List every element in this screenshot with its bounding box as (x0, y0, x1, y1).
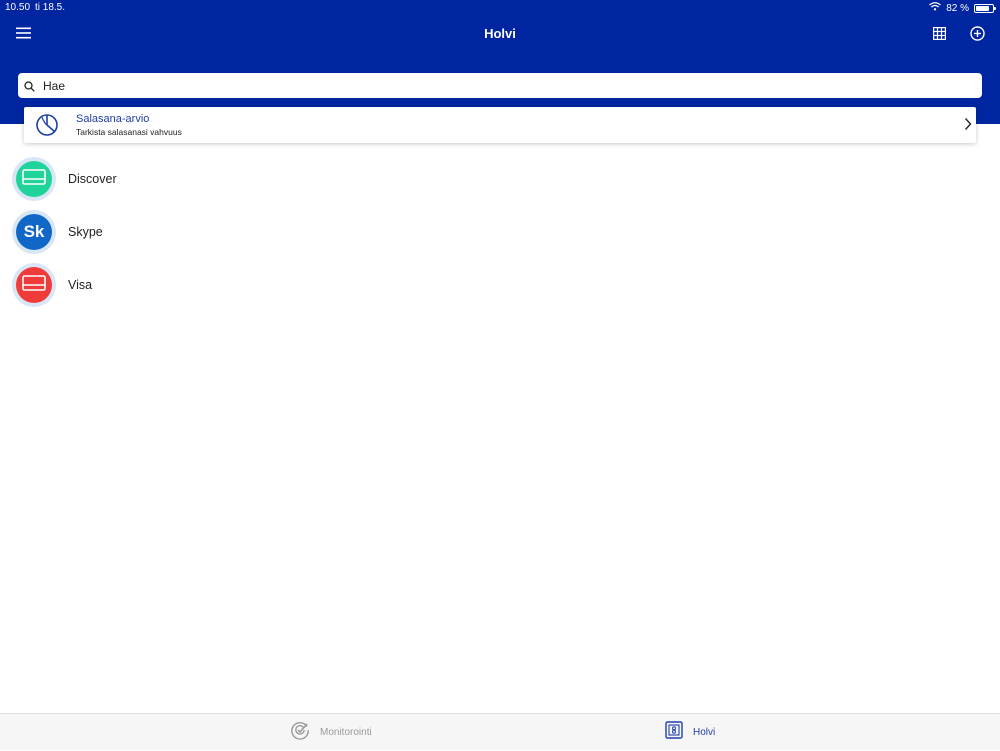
card-icon (22, 274, 46, 296)
status-time: 10.50 (5, 2, 31, 13)
discover-avatar (16, 161, 52, 197)
grid-icon[interactable] (928, 23, 950, 43)
password-check-card[interactable]: Salasana-arvio Tarkista salasanasi vahvu… (24, 107, 976, 143)
avatar-ring (12, 263, 56, 307)
page-title: Holvi (484, 26, 516, 41)
tab-label: Holvi (693, 727, 716, 738)
battery-icon (974, 3, 996, 13)
list-item-skype[interactable]: Sk Skype (0, 207, 1000, 257)
tab-label: Monitorointi (320, 727, 372, 738)
item-label: Visa (68, 278, 93, 292)
item-label: Discover (68, 172, 117, 186)
search-icon (24, 79, 35, 97)
radar-check-icon (290, 720, 310, 745)
add-circle-icon[interactable] (966, 23, 988, 43)
card-icon (22, 168, 46, 190)
avatar-ring (12, 157, 56, 201)
skype-avatar: Sk (16, 214, 52, 250)
vault-icon (665, 721, 683, 744)
item-label: Skype (68, 225, 103, 239)
nav-bar: Holvi (0, 16, 1000, 50)
status-right: 82 % (929, 2, 996, 14)
search-box (18, 73, 982, 98)
wifi-icon (929, 2, 942, 14)
tab-monitorointi[interactable]: Monitorointi (290, 714, 372, 751)
avatar-initials: Sk (23, 222, 45, 241)
visa-avatar (16, 267, 52, 303)
password-check-subtitle: Tarkista salasanasi vahvuus (76, 127, 182, 137)
tab-bar: Monitorointi Holvi (0, 713, 1000, 750)
tab-holvi[interactable]: Holvi (665, 714, 715, 751)
list-item-visa[interactable]: Visa (0, 260, 1000, 310)
battery-percentage: 82 % (946, 2, 969, 14)
status-bar: 10.50 ti 18.5. 82 % (0, 0, 1000, 16)
gauge-icon (35, 113, 59, 142)
avatar-ring: Sk (12, 210, 56, 254)
chevron-right-icon (964, 117, 972, 136)
status-date: ti 18.5. (35, 2, 66, 13)
list-item-discover[interactable]: Discover (0, 154, 1000, 204)
password-check-title: Salasana-arvio (76, 113, 150, 125)
search-input[interactable] (42, 73, 943, 98)
